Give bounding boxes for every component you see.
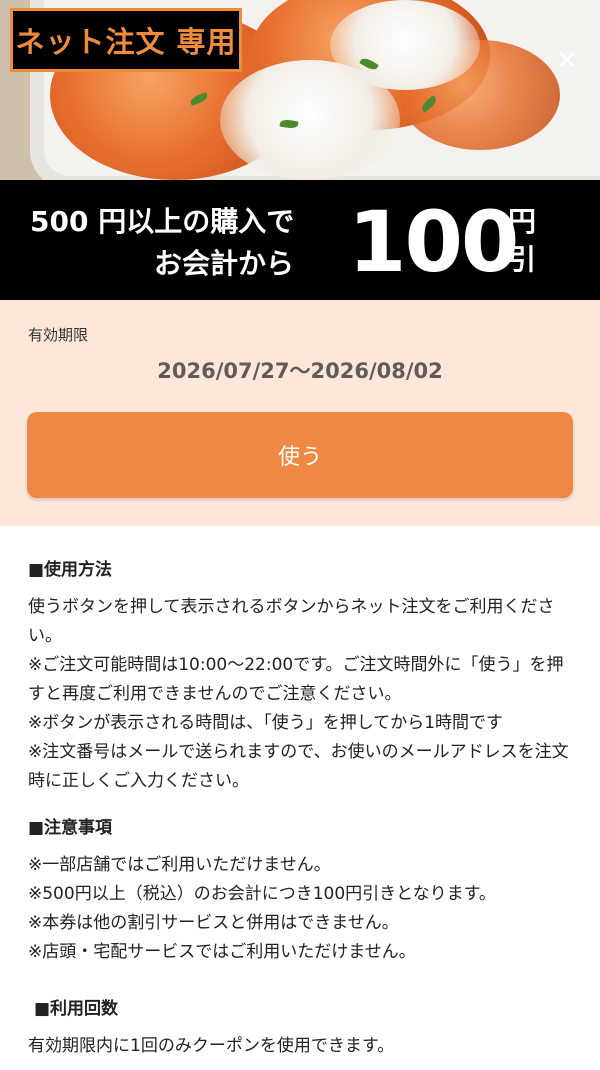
notes-line: ※店頭・宅配サービスではご利用いただけません。 xyxy=(28,942,416,962)
coupon-panel: 有効期限 2026/07/27〜2026/08/02 使う xyxy=(0,300,600,526)
close-icon[interactable]: ✕ xyxy=(556,48,578,74)
notes-line: ※本券は他の割引サービスと併用はできません。 xyxy=(28,913,399,933)
net-order-only-tag: ネット注文 専用 xyxy=(10,8,242,72)
usage-line: ※ボタンが表示される時間は、「使う」を押してから1時間です xyxy=(28,713,504,733)
validity-range: 2026/07/27〜2026/08/02 xyxy=(157,359,443,383)
usage-line: 使うボタンを押して表示されるボタンからネット注文をご利用ください。 xyxy=(28,597,555,646)
terms-section: ■使用方法 使うボタンを押して表示されるボタンからネット注文をご利用ください。 … xyxy=(0,526,600,1061)
usage-line: ※ご注文可能時間は10:00〜22:00です。ご注文時間外に「使う」を押すと再度… xyxy=(28,655,564,704)
notes-line: ※500円以上（税込）のお会計につき100円引きとなります。 xyxy=(28,884,496,904)
validity-label: 有効期限 xyxy=(28,326,89,344)
net-order-only-label: ネット注文 専用 xyxy=(15,25,237,59)
discount-amount: 100 xyxy=(348,193,519,291)
usage-count-line: 有効期限内に1回のみクーポンを使用できます。 xyxy=(28,1036,395,1056)
sauce-2 xyxy=(330,0,480,90)
discount-unit-yen: 円 xyxy=(508,205,537,238)
condition-line-1: 500 円以上の購入で xyxy=(30,205,295,238)
use-coupon-button[interactable]: 使う xyxy=(27,412,573,498)
usage-line: ※注文番号はメールで送られますので、お使いのメールアドレスを注文時に正しくご入力… xyxy=(28,742,569,791)
notes-section: ■注意事項 ※一部店舗ではご利用いただけません。 ※500円以上（税込）のお会計… xyxy=(28,814,572,967)
usage-count-heading: ■利用回数 xyxy=(34,999,119,1019)
hero-image: ✕ ネット注文 専用 xyxy=(0,0,600,180)
discount-unit-off: 引 xyxy=(508,243,537,276)
usage-count-section: ■利用回数 有効期限内に1回のみクーポンを使用できます。 xyxy=(28,995,572,1061)
usage-section: ■使用方法 使うボタンを押して表示されるボタンからネット注文をご利用ください。 … xyxy=(28,556,572,796)
notes-line: ※一部店舗ではご利用いただけません。 xyxy=(28,855,331,875)
discount-banner: 500 円以上の購入で お会計から 100 円 引 xyxy=(0,180,600,300)
condition-line-2: お会計から xyxy=(154,247,295,280)
notes-heading: ■注意事項 xyxy=(28,818,113,838)
usage-heading: ■使用方法 xyxy=(28,560,113,580)
